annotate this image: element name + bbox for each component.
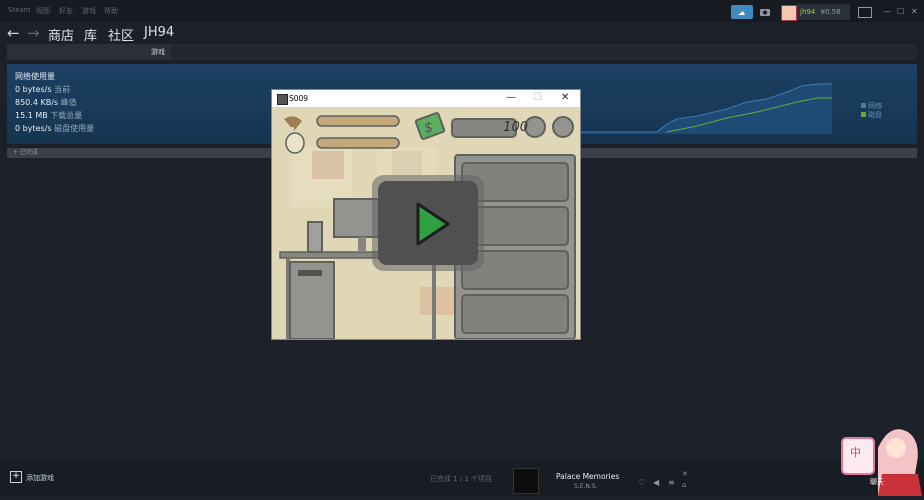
games-filter[interactable]: 游戏 (151, 47, 165, 57)
account-menu[interactable]: jh94 ¥0.58 (797, 4, 850, 20)
menu-games[interactable]: 游戏 (82, 6, 96, 16)
net-total: 15.1 MB 下载总量 (15, 111, 83, 120)
legend-disk: 磁盘 (861, 110, 882, 120)
play-button[interactable] (372, 175, 484, 271)
mail-icon[interactable] (858, 7, 872, 18)
nav-profile[interactable]: JH94 (144, 25, 174, 40)
nav-library[interactable]: 库 (84, 25, 97, 44)
avatar[interactable] (781, 5, 797, 21)
game-maximize-button[interactable]: ☐ (533, 92, 542, 103)
add-game-button[interactable]: 添加游戏 (26, 473, 54, 483)
game-canvas[interactable]: $ 100 (272, 107, 580, 339)
network-graph (577, 83, 832, 134)
menu-friends[interactable]: 好友 (59, 6, 73, 16)
close-player-icon[interactable]: ✕ (682, 470, 688, 478)
play-icon (416, 202, 450, 246)
main-nav: ← → 商店 库 社区 JH94 (0, 22, 924, 44)
game-window: S009 — ☐ ✕ $ 100 (271, 89, 581, 340)
mascot-label: 中 (850, 446, 861, 459)
game-title: S009 (289, 94, 309, 103)
song-title: Palace Memories (556, 472, 620, 481)
mascot-caption: 聊天 (870, 478, 884, 486)
nav-store[interactable]: 商店 (48, 25, 74, 44)
network-title: 网络使用量 (15, 72, 55, 81)
library-filter-bar: 游戏 (7, 44, 917, 60)
net-current: 0 bytes/s 当前 (15, 85, 71, 94)
coin-counter: 100 (503, 120, 528, 135)
album-art (513, 468, 539, 494)
minimize-icon[interactable]: — (883, 7, 891, 16)
menu-view[interactable]: 视图 (36, 6, 50, 16)
screenshot-icon[interactable] (759, 6, 771, 18)
menu-steam[interactable]: Steam (8, 6, 31, 14)
nav-community[interactable]: 社区 (108, 25, 134, 44)
disk-usage: 0 bytes/s 磁盘使用量 (15, 124, 95, 133)
filter-segment[interactable] (7, 44, 171, 60)
download-status[interactable]: 已完成 1 / 1 个项目 (430, 474, 492, 484)
username: jh94 (800, 8, 816, 16)
back-button[interactable]: ← (7, 24, 20, 42)
volume-icon[interactable]: ◀ (653, 478, 659, 487)
heart-icon[interactable]: ♡ (638, 478, 645, 487)
menu-help[interactable]: 帮助 (104, 6, 118, 16)
lock-icon[interactable]: ⌂ (682, 481, 686, 489)
playlist-icon[interactable]: ≡ (668, 478, 675, 487)
notification-button[interactable] (731, 5, 753, 19)
close-icon[interactable]: ✕ (911, 7, 918, 16)
song-artist: S.E.N.S. (574, 483, 598, 490)
game-minimize-button[interactable]: — (506, 92, 516, 103)
net-peak: 850.4 KB/s 峰值 (15, 98, 77, 107)
add-game-icon[interactable]: + (10, 471, 22, 483)
game-close-button[interactable]: ✕ (561, 92, 569, 103)
wallet-balance: ¥0.58 (820, 8, 841, 16)
maximize-icon[interactable]: ☐ (897, 7, 904, 16)
forward-button[interactable]: → (27, 24, 40, 42)
game-app-icon (277, 94, 288, 105)
game-titlebar[interactable]: S009 — ☐ ✕ (272, 90, 580, 107)
